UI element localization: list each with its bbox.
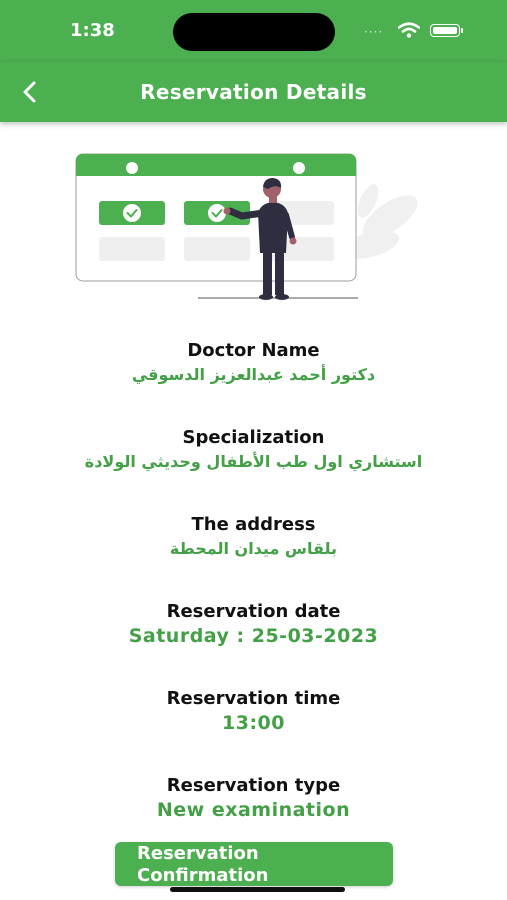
battery-icon (430, 24, 463, 37)
reservation-date-label: Reservation date (166, 601, 341, 622)
reservation-time-label: Reservation time (166, 688, 341, 709)
app-bar: Reservation Details (0, 62, 507, 122)
doctor-name-label: Doctor Name (187, 340, 320, 361)
reservation-type-value: New examination (156, 799, 351, 821)
check-icon (123, 204, 141, 222)
address-value: بلقاس ميدان المحطة (169, 539, 338, 558)
doctor-name-value: دكتور أحمد عبدالعزيز الدسوقي (131, 365, 376, 384)
status-time: 1:38 (70, 20, 115, 41)
address-field: The address بلقاس ميدان المحطة (0, 514, 507, 601)
calendar-illustration (75, 153, 418, 300)
reservation-date-field: Reservation date Saturday : 25-03-2023 (0, 601, 507, 688)
wifi-icon (398, 22, 420, 38)
address-label: The address (191, 514, 316, 535)
check-icon (208, 204, 226, 222)
reservation-date-value: Saturday : 25-03-2023 (128, 625, 379, 647)
specialization-label: Specialization (182, 427, 325, 448)
reservation-type-label: Reservation type (166, 775, 341, 796)
specialization-value: استشاري اول طب الأطفال وحديثي الولادة (84, 452, 423, 471)
dynamic-island (173, 13, 335, 51)
home-indicator (170, 887, 345, 892)
reservation-details: Doctor Name دكتور أحمد عبدالعزيز الدسوقي… (0, 340, 507, 862)
status-bar: 1:38 ···· (0, 0, 507, 62)
reservation-confirmation-button[interactable]: Reservation Confirmation (115, 842, 393, 886)
reservation-time-field: Reservation time 13:00 (0, 688, 507, 775)
page-title: Reservation Details (140, 80, 367, 104)
signal-dots: ···· (364, 25, 384, 39)
reservation-time-value: 13:00 (222, 712, 285, 734)
specialization-field: Specialization استشاري اول طب الأطفال وح… (0, 427, 507, 514)
doctor-name-field: Doctor Name دكتور أحمد عبدالعزيز الدسوقي (0, 340, 507, 427)
